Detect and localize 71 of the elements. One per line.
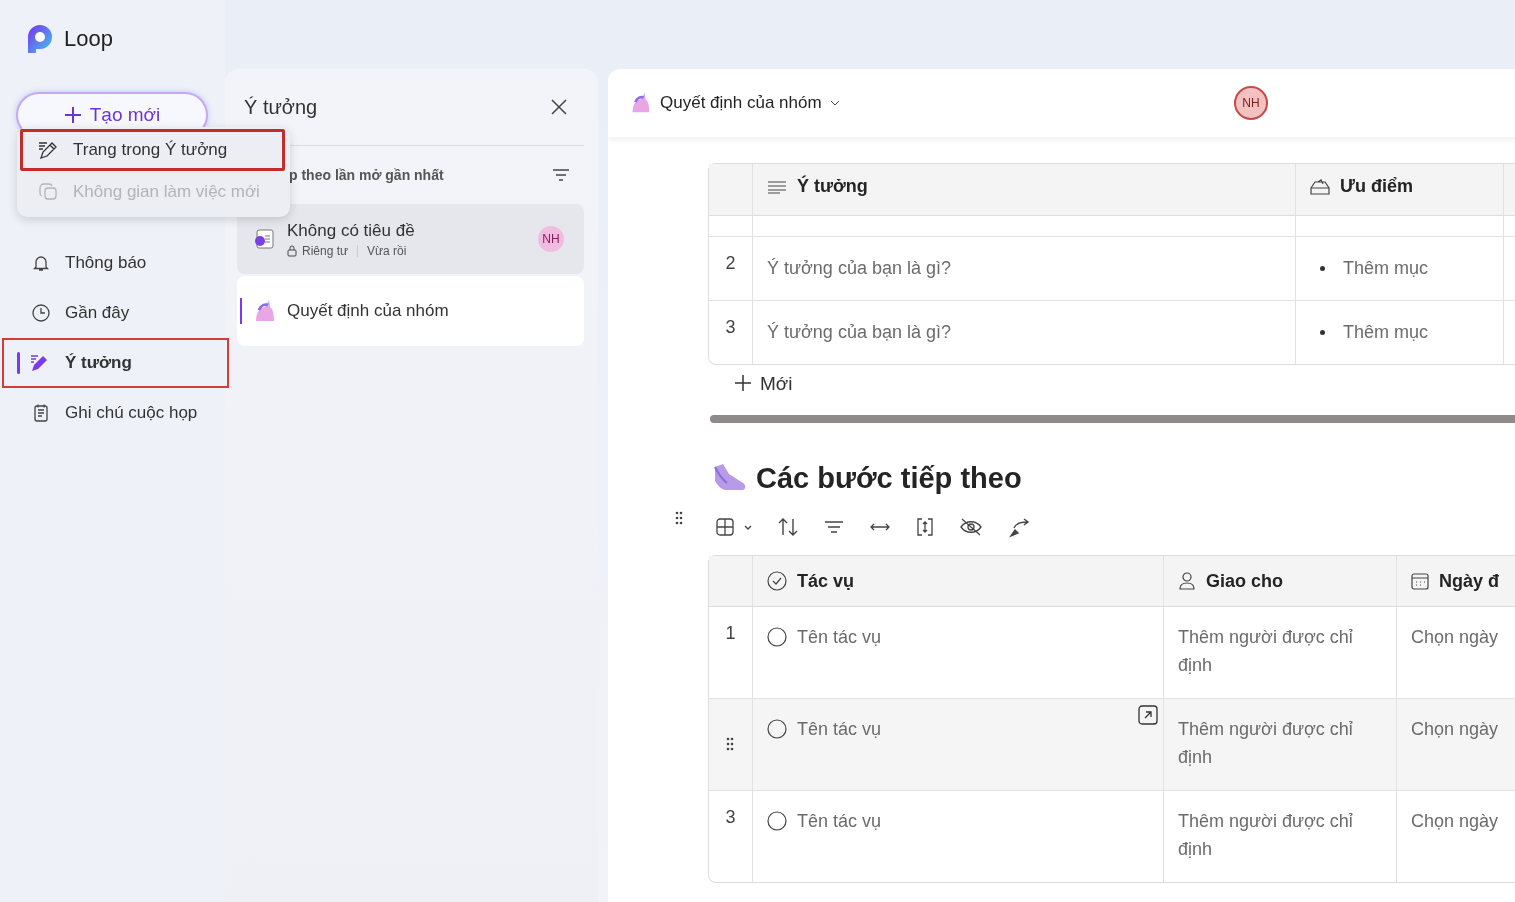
- table-cell[interactable]: Thêm mục: [1343, 322, 1429, 343]
- resize-height-icon[interactable]: [916, 517, 934, 537]
- page-item[interactable]: Không có tiêu đề Riêng tư Vừa rồi NH: [237, 204, 584, 274]
- table-cell[interactable]: Chọn ngày: [1411, 807, 1499, 835]
- privacy-label: Riêng tư: [302, 243, 349, 258]
- page-title: Không có tiêu đề: [287, 220, 416, 241]
- table-cell[interactable]: Ý tưởng của bạn là gì?: [767, 258, 951, 279]
- new-row-button[interactable]: Mới: [734, 373, 793, 395]
- scrollbar[interactable]: [710, 415, 1515, 423]
- nav-item[interactable]: Gần đây: [4, 288, 225, 338]
- sort-icon[interactable]: [777, 517, 799, 537]
- app-name: Loop: [64, 26, 113, 52]
- table-cell[interactable]: Thêm người được chỉ định: [1178, 623, 1382, 679]
- circle-icon[interactable]: [767, 811, 787, 831]
- row-number: 3: [725, 806, 736, 829]
- chevron-down-icon[interactable]: [829, 100, 840, 106]
- table-cell[interactable]: Chọn ngày: [1411, 715, 1499, 743]
- check-circle-icon: [767, 571, 787, 591]
- table-cell[interactable]: Thêm người được chỉ định: [1178, 807, 1382, 863]
- expand-icon[interactable]: [1138, 705, 1158, 725]
- section-heading: Các bước tiếp theo: [756, 461, 1022, 495]
- pen-icon: [37, 139, 59, 161]
- text-lines-icon: [767, 179, 787, 194]
- avatar[interactable]: NH: [1234, 86, 1268, 120]
- column-header[interactable]: Ưu điểm: [1296, 164, 1504, 215]
- table-view-icon[interactable]: [716, 517, 752, 537]
- sort-label[interactable]: p theo lần mở gần nhất: [289, 167, 444, 183]
- drag-handle-icon[interactable]: [725, 737, 735, 751]
- lock-icon: [287, 244, 297, 257]
- hidden-eye-icon[interactable]: [959, 517, 983, 537]
- table-cell[interactable]: Thêm mục: [1343, 258, 1429, 279]
- table-cell[interactable]: Tên tác vụ: [797, 807, 882, 835]
- table-cell[interactable]: Ý tưởng của bạn là gì?: [767, 322, 951, 343]
- column-header[interactable]: Giao cho: [1164, 556, 1397, 606]
- row-number: 3: [725, 317, 736, 338]
- plus-icon: [734, 374, 752, 392]
- avatar: NH: [538, 226, 564, 252]
- person-icon: [1178, 571, 1196, 591]
- filter-icon[interactable]: [824, 519, 844, 535]
- table-cell[interactable]: Chọn ngày: [1411, 623, 1499, 651]
- bullet-icon: [1320, 330, 1325, 335]
- filter-icon[interactable]: [552, 168, 570, 182]
- column-header[interactable]: Tác vụ: [753, 556, 1164, 606]
- clock-icon: [31, 303, 51, 323]
- circle-icon[interactable]: [767, 719, 787, 739]
- calendar-icon: [1411, 572, 1429, 590]
- tray-icon: [1310, 178, 1330, 195]
- nav-item[interactable]: Thông báo: [4, 238, 225, 288]
- bullet-icon: [1320, 266, 1325, 271]
- table-cell[interactable]: Tên tác vụ: [797, 715, 882, 743]
- bell-icon: [31, 253, 51, 273]
- time-label: Vừa rồi: [367, 243, 407, 258]
- page-item[interactable]: Quyết định của nhóm: [237, 276, 584, 346]
- table-cell[interactable]: Tên tác vụ: [797, 623, 882, 651]
- page-title[interactable]: Quyết định của nhóm: [660, 93, 822, 113]
- nav-item[interactable]: Ý tưởng: [2, 338, 229, 388]
- column-header[interactable]: Ngày đ: [1397, 556, 1515, 606]
- notes-icon: [31, 403, 51, 423]
- row-number: 2: [725, 253, 736, 274]
- panel-title: Ý tưởng: [244, 95, 318, 119]
- nav-item[interactable]: Ghi chú cuộc họp: [4, 388, 225, 438]
- stacked-pages-icon: [37, 181, 59, 203]
- column-header[interactable]: Ý tưởng: [753, 164, 1296, 215]
- page-title: Quyết định của nhóm: [287, 301, 450, 321]
- drag-handle-icon[interactable]: [675, 511, 683, 525]
- table-cell[interactable]: Thêm người được chỉ định: [1178, 715, 1382, 771]
- plus-icon: [63, 106, 82, 124]
- row-number: 1: [725, 622, 736, 645]
- close-icon[interactable]: [550, 98, 568, 116]
- resize-width-icon[interactable]: [869, 521, 891, 533]
- circle-icon[interactable]: [767, 627, 787, 647]
